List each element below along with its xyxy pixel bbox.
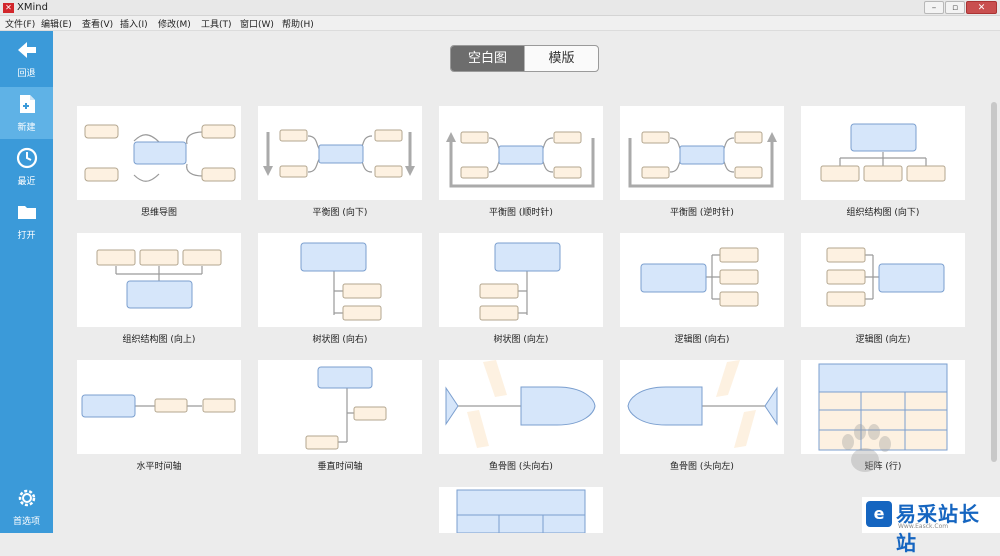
- template-org-chart-down[interactable]: [801, 106, 965, 200]
- clock-icon: [16, 147, 38, 169]
- paw-watermark-icon: [842, 424, 891, 472]
- template-horizontal-timeline[interactable]: [77, 360, 241, 454]
- template-label: 平衡图 (顺时针): [489, 208, 553, 218]
- balance-clockwise-preview: [446, 131, 595, 188]
- sidebar-item-preferences[interactable]: 首选项: [0, 481, 53, 533]
- template-label: 平衡图 (逆时针): [670, 208, 734, 218]
- close-button[interactable]: ✕: [966, 1, 997, 14]
- sidebar-item-label: 首选项: [12, 517, 40, 527]
- menu-file[interactable]: 文件(F): [5, 17, 35, 30]
- watermark-badge: e 易采站长站 Www.Easck.Com: [862, 497, 1000, 555]
- logic-left-preview: [826, 247, 945, 307]
- window-title: XMind: [17, 2, 48, 13]
- watermark-logo-icon: e: [866, 501, 892, 527]
- menu-insert[interactable]: 插入(I): [120, 17, 148, 30]
- back-arrow-icon: [18, 42, 36, 58]
- template-label: 鱼骨图 (头向右): [489, 462, 553, 472]
- sidebar-item-label: 最近: [17, 177, 36, 187]
- xmind-logo-icon: ✕: [3, 3, 14, 13]
- template-label: 树状图 (向右): [312, 335, 368, 345]
- gear-icon: [18, 489, 36, 507]
- template-label: 鱼骨图 (头向左): [670, 462, 734, 472]
- template-label: 水平时间轴: [136, 462, 182, 472]
- menu-modify[interactable]: 修改(M): [158, 17, 191, 30]
- template-balance-down[interactable]: [258, 106, 422, 200]
- sidebar-item-label: 回退: [17, 69, 36, 79]
- template-label: 垂直时间轴: [317, 462, 363, 472]
- template-fishbone-left[interactable]: [620, 360, 784, 454]
- view-toggle: 空白图 模版: [450, 45, 599, 72]
- sidebar-item-new[interactable]: 新建: [0, 87, 53, 139]
- template-fishbone-right[interactable]: [439, 360, 603, 454]
- template-label: 树状图 (向左): [493, 335, 549, 345]
- fishbone-right-preview: [445, 360, 596, 448]
- menu-help[interactable]: 帮助(H): [282, 17, 314, 30]
- template-tree-right[interactable]: [258, 233, 422, 327]
- sidebar: 回退 新建 最近 打开 首选项: [0, 31, 53, 533]
- fishbone-left-preview: [627, 360, 778, 448]
- template-vertical-timeline[interactable]: [258, 360, 422, 454]
- template-balance-counterclockwise[interactable]: [620, 106, 784, 200]
- logic-right-preview: [640, 247, 759, 307]
- restore-button[interactable]: ▫: [945, 1, 965, 14]
- tab-blank-map[interactable]: 空白图: [451, 46, 524, 71]
- menu-window[interactable]: 窗口(W): [240, 17, 274, 30]
- horizontal-timeline-preview: [81, 394, 236, 418]
- new-file-icon: [20, 95, 35, 113]
- template-balance-clockwise[interactable]: [439, 106, 603, 200]
- org-chart-up-preview: [96, 249, 222, 309]
- menu-bar: 文件(F) 编辑(E) 查看(V) 插入(I) 修改(M) 工具(T) 窗口(W…: [0, 16, 1000, 31]
- vertical-timeline-preview: [305, 366, 387, 450]
- tree-left-preview: [479, 242, 561, 321]
- template-org-chart-up[interactable]: [77, 233, 241, 327]
- template-mind-map[interactable]: [77, 106, 241, 200]
- sidebar-item-back[interactable]: 回退: [0, 33, 53, 85]
- minimize-button[interactable]: –: [924, 1, 944, 14]
- title-bar: ✕ XMind – ▫ ✕: [0, 0, 1000, 16]
- template-label: 逻辑图 (向右): [674, 335, 730, 345]
- sidebar-item-label: 新建: [17, 123, 36, 133]
- menu-view[interactable]: 查看(V): [82, 17, 113, 30]
- mind-map-preview: [84, 124, 236, 182]
- menu-edit[interactable]: 编辑(E): [41, 17, 72, 30]
- template-matrix-column[interactable]: [439, 487, 603, 533]
- balance-counterclockwise-preview: [628, 131, 777, 188]
- folder-icon: [18, 206, 36, 219]
- tab-template[interactable]: 模版: [524, 46, 598, 71]
- template-label: 逻辑图 (向左): [855, 335, 911, 345]
- tree-right-preview: [300, 242, 382, 321]
- matrix-column-preview: [456, 489, 586, 533]
- sidebar-item-open[interactable]: 打开: [0, 195, 53, 247]
- menu-tools[interactable]: 工具(T): [201, 17, 232, 30]
- template-logic-left[interactable]: [801, 233, 965, 327]
- scrollbar[interactable]: [990, 98, 998, 533]
- template-label: 组织结构图 (向下): [846, 208, 920, 218]
- scrollbar-thumb[interactable]: [991, 102, 997, 462]
- org-chart-down-preview: [820, 123, 946, 182]
- template-label: 平衡图 (向下): [312, 208, 368, 218]
- template-tree-left[interactable]: [439, 233, 603, 327]
- sidebar-item-label: 打开: [17, 231, 36, 241]
- sidebar-item-recent[interactable]: 最近: [0, 141, 53, 193]
- template-label: 思维导图: [140, 208, 177, 218]
- watermark-url: Www.Easck.Com: [898, 523, 949, 530]
- template-label: 组织结构图 (向上): [122, 335, 196, 345]
- balance-down-preview: [263, 129, 415, 178]
- template-logic-right[interactable]: [620, 233, 784, 327]
